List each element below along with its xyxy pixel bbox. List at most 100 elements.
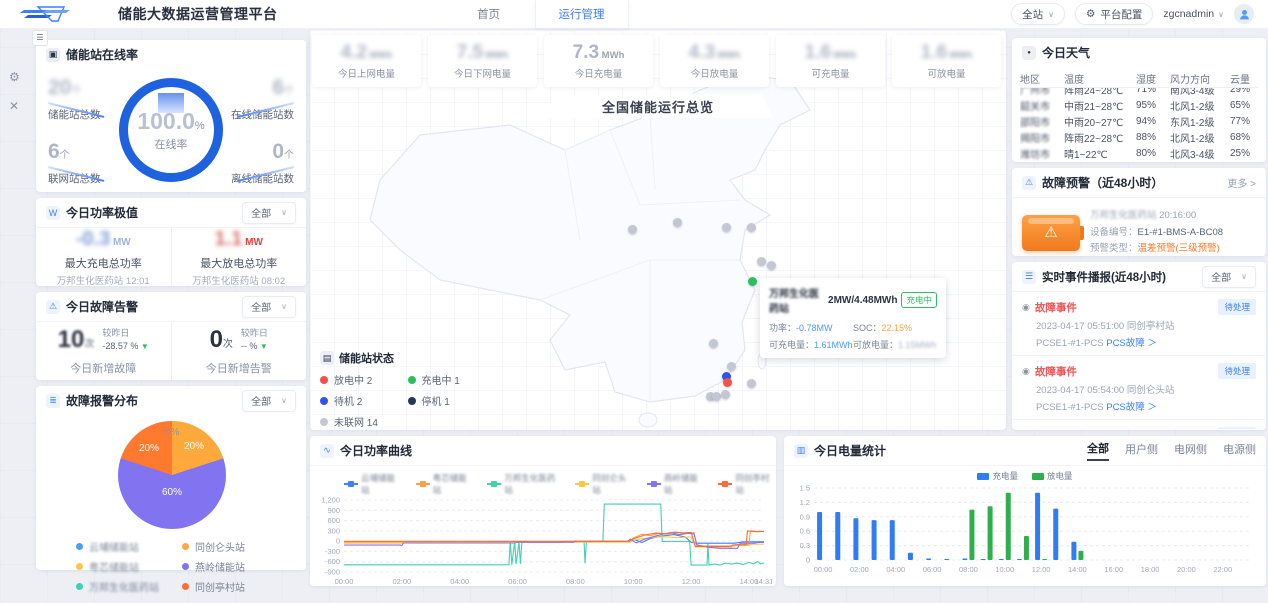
curve-legend-item[interactable]: 云埔储能站 — [344, 472, 402, 496]
weather-cell: 25% — [1230, 148, 1258, 159]
site-selector[interactable]: 全站 ∨ — [1011, 3, 1065, 25]
stat-number: 6 — [272, 76, 284, 99]
online-rate-panel: ▣ 储能站在线率 100.0% 在线率 20个储能站总数6个在线储能站数6个联网… — [36, 40, 306, 192]
tab-全部[interactable]: 全部 — [1087, 440, 1109, 461]
weather-cell: 中雨21~28℃ — [1064, 98, 1136, 113]
kpi-value: 4.3 MWh — [689, 42, 741, 64]
kpi-number: 4.2 — [341, 42, 367, 63]
curve-legend-swatch — [718, 481, 732, 487]
filter-dropdown[interactable]: 全部 ∨ — [1202, 266, 1256, 288]
tooltip-row-value: 1.61MWh — [814, 340, 853, 350]
curve-legend-item[interactable]: 同创亭村站 — [718, 472, 776, 496]
svg-text:1.5: 1.5 — [800, 484, 810, 493]
kpi-value: 7.3 MWh — [573, 42, 625, 64]
avatar[interactable] — [1234, 4, 1254, 24]
pending-badge[interactable]: 待处理 — [1218, 299, 1256, 315]
svg-text:0: 0 — [336, 537, 340, 546]
filter-dropdown[interactable]: 全部 ∨ — [242, 202, 296, 224]
tab-用户侧[interactable]: 用户侧 — [1125, 441, 1158, 460]
weather-row: 广州市阵雨24~28℃71%南风3-4级29% — [1020, 88, 1258, 97]
pending-badge[interactable]: 待处理 — [1218, 427, 1256, 429]
station-dot — [628, 225, 637, 234]
panel-title: 储能站状态 — [339, 350, 394, 366]
nav-tab-首页[interactable]: 首页 — [443, 0, 535, 28]
filter-label: 全部 — [251, 205, 271, 220]
legend-label: 云埔储能站 — [89, 539, 139, 554]
bar-legend-item[interactable]: 放电量 — [1032, 470, 1073, 482]
bar-legend-swatch — [977, 473, 989, 480]
station-tooltip: 万邦生化医药站 2MW/4.48MWh 充电中 功率：-0.78MWSOC：22… — [760, 278, 946, 358]
arrow-right-icon[interactable]: ＞ — [1147, 338, 1157, 349]
filter-dropdown[interactable]: 全部 ∨ — [242, 296, 296, 318]
svg-text:-300: -300 — [325, 547, 340, 556]
nav-tab-运行管理[interactable]: 运行管理 — [535, 0, 629, 28]
kpi-label: 可放电量 — [927, 66, 965, 80]
weather-cell: 65% — [1230, 100, 1258, 111]
event-fault-link[interactable]: PCS故障 — [1106, 338, 1147, 349]
event-header: ◉故障事件待处理 — [1022, 363, 1256, 379]
weather-row: 大连市晴4~23℃39%东风1-2级25% — [1020, 161, 1258, 162]
station-dot — [747, 223, 756, 232]
curve-legend-item[interactable]: 万邦生化医药站 — [487, 472, 561, 496]
power-curve-panel: ∿ 今日功率曲线 云埔储能站粤芯储能站万邦生化医药站同创仑头站燕岭储能站同创亭村… — [310, 436, 776, 586]
kpi-label: 今日上网电量 — [338, 66, 395, 80]
user-menu[interactable]: zgcnadmin ∨ — [1163, 8, 1224, 20]
station-dot — [709, 339, 718, 348]
weather-cell: 潍坊市 — [1020, 146, 1064, 161]
svg-text:08:00: 08:00 — [959, 565, 978, 574]
stat-label: 储能站总数 — [48, 107, 128, 122]
filter-label: 全部 — [1211, 269, 1231, 284]
weather-col-header: 地区 — [1020, 71, 1064, 86]
events-panel: ☰ 实时事件播报(近48小时) 全部 ∨ ◉故障事件待处理2023-04-17 … — [1012, 262, 1266, 430]
kpi-number: 7.5 — [457, 42, 483, 63]
kpi-card: 4.2 MWh今日上网电量 — [312, 35, 421, 87]
weather-cell: 阵雨22~28℃ — [1064, 130, 1136, 145]
weather-col-header: 云量 — [1230, 71, 1258, 86]
tooltip-row: SOC：22.15% — [853, 321, 937, 334]
online-rate-gauge: 100.0% 在线率 — [119, 78, 223, 182]
alarm-unit: 次 — [223, 339, 233, 350]
event-title: 故障事件 — [1035, 428, 1077, 430]
extreme-unit: MW — [110, 237, 131, 248]
event-item: ◉故障事件待处理2023-04-17 11:15:00 燕岭储能站PCSE1-#… — [1012, 420, 1266, 429]
kpi-unit: MWh — [715, 50, 740, 61]
legend-item: 云埔储能站 — [76, 539, 182, 554]
stat-unit: 个 — [284, 86, 294, 97]
status-item: 待机 2 — [320, 393, 408, 408]
arrow-right-icon[interactable]: ＞ — [1147, 402, 1157, 413]
gear-icon[interactable]: ⚙ — [9, 70, 20, 84]
weather-cell: 南风3-4级 — [1170, 88, 1230, 97]
kpi-unit: MWh — [947, 50, 972, 61]
pending-badge[interactable]: 待处理 — [1218, 363, 1256, 379]
energy-bar-chart: 00.30.60.91.21.500:0002:0004:0006:0008:0… — [788, 482, 1258, 578]
panel-icon: ● — [1022, 46, 1036, 60]
tooltip-row: 可放电量：1.15MWh — [853, 338, 937, 351]
station-dot — [712, 392, 721, 401]
filter-dropdown[interactable]: 全部 ∨ — [242, 390, 296, 412]
platform-config-button[interactable]: ⚙ 平台配置 — [1075, 3, 1153, 25]
map-banner: 全国储能运行总览 — [543, 94, 773, 118]
bar-legend-item[interactable]: 充电量 — [977, 470, 1018, 482]
svg-text:0.6: 0.6 — [800, 527, 810, 536]
event-fault-link[interactable]: PCS故障 — [1106, 402, 1147, 413]
panel-collapse-icon[interactable]: ☰ — [32, 30, 48, 46]
power-extremes-panel: W 今日功率极值 全部 ∨ -0.3 MW最大充电总功率万邦生化医药站 12:0… — [36, 198, 306, 286]
kpi-label: 今日下网电量 — [454, 66, 511, 80]
weather-cell: 中雨20~27℃ — [1064, 114, 1136, 129]
legend-item: 同创亭村站 — [182, 579, 288, 594]
curve-legend-item[interactable]: 粤芯储能站 — [416, 472, 474, 496]
curve-legend-item[interactable]: 同创仑头站 — [575, 472, 633, 496]
pie-slice-label: 0% — [165, 427, 179, 438]
tab-电源侧[interactable]: 电源侧 — [1223, 441, 1256, 460]
more-link[interactable]: 更多 > — [1227, 175, 1256, 190]
curve-legend-item[interactable]: 燕岭储能站 — [647, 472, 705, 496]
tab-电网侧[interactable]: 电网侧 — [1174, 441, 1207, 460]
close-icon[interactable]: ✕ — [9, 99, 19, 113]
chevron-down-icon: ∨ — [1048, 10, 1054, 19]
kpi-value: 1.6 MWh — [921, 42, 973, 64]
svg-text:08:00: 08:00 — [566, 577, 585, 586]
weather-row: 揭阳市阵雨22~28℃88%北风1-2级68% — [1020, 129, 1258, 145]
extreme-sub: 万邦生化医药站 12:01 — [57, 273, 150, 287]
svg-text:0.9: 0.9 — [800, 512, 810, 521]
weather-row: 邵阳市中雨20~27℃94%东风1-2级77% — [1020, 113, 1258, 129]
